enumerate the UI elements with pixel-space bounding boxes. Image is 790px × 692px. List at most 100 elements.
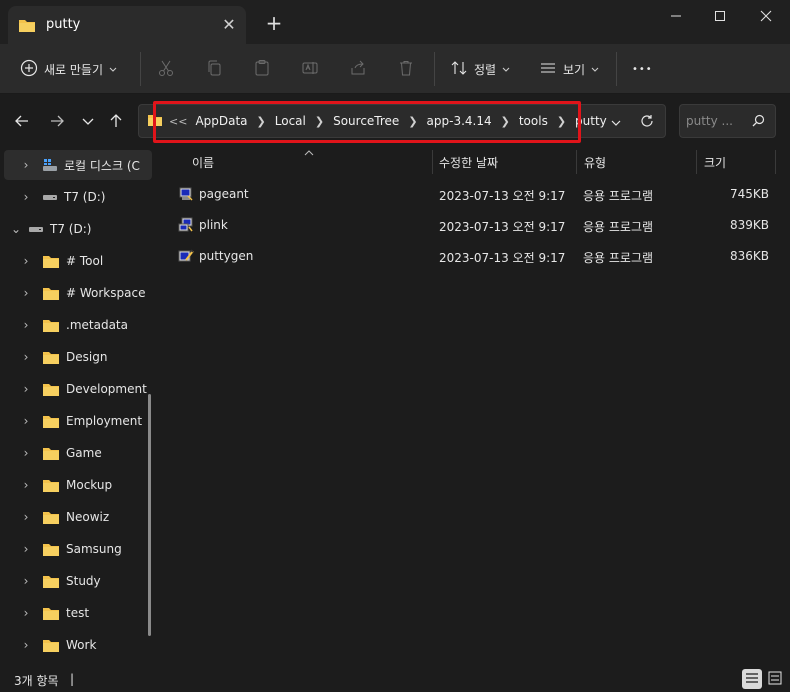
putty-exe-icon [178, 217, 194, 236]
file-row-puttygen[interactable]: puttygen 2023-07-13 오전 9:17 응용 프로그램 836K… [172, 241, 782, 271]
cut-button[interactable] [157, 53, 175, 85]
chevron-right-icon[interactable]: › [18, 414, 34, 428]
chevron-right-icon[interactable]: › [18, 478, 34, 492]
highlight-annotation [153, 101, 581, 143]
column-header-type[interactable]: 유형 [584, 150, 606, 174]
column-header-date[interactable]: 수정한 날짜 [439, 150, 498, 174]
file-type: 응용 프로그램 [583, 189, 654, 203]
nav-folder-test[interactable]: › test [0, 598, 152, 628]
refresh-button[interactable] [635, 110, 659, 134]
nav-folder-employment[interactable]: › Employment [0, 406, 152, 436]
search-box[interactable] [679, 104, 776, 138]
maximize-button[interactable] [698, 0, 742, 32]
arrow-right-icon [49, 113, 65, 132]
divider [616, 52, 617, 86]
nav-label: 로컬 디스크 (C [64, 158, 140, 173]
close-window-button[interactable] [744, 0, 788, 32]
copy-icon [205, 59, 223, 80]
details-view-button[interactable] [742, 669, 762, 689]
file-size: 839KB [729, 218, 769, 232]
chevron-right-icon[interactable]: › [18, 350, 34, 364]
view-button[interactable]: 보기 [539, 53, 599, 85]
copy-button[interactable] [205, 53, 223, 85]
column-divider[interactable] [775, 150, 776, 174]
nav-folder-study[interactable]: › Study [0, 566, 152, 596]
chevron-right-icon[interactable]: › [18, 574, 34, 588]
chevron-right-icon[interactable]: › [18, 254, 34, 268]
sort-ascending-icon [304, 148, 314, 159]
nav-label: T7 (D:) [50, 222, 92, 236]
file-type: 응용 프로그램 [583, 251, 654, 265]
chevron-right-icon[interactable]: › [18, 446, 34, 460]
folder-icon [42, 446, 60, 461]
nav-folder-development[interactable]: › Development [0, 374, 152, 404]
column-header-size[interactable]: 크기 [704, 150, 726, 174]
forward-button[interactable] [43, 108, 71, 136]
file-name: pageant [199, 187, 249, 201]
sort-button[interactable]: 정렬 [450, 53, 510, 85]
divider [140, 52, 141, 86]
chevron-right-icon[interactable]: › [18, 318, 34, 332]
folder-icon [42, 286, 60, 301]
nav-label: Work [66, 638, 97, 652]
new-tab-button[interactable]: + [262, 12, 286, 36]
chevron-right-icon[interactable]: › [18, 190, 34, 204]
more-options-button[interactable]: ••• [632, 53, 653, 85]
nav-folder-neowiz[interactable]: › Neowiz [0, 502, 152, 532]
folder-icon [42, 638, 60, 653]
nav-folder-tool[interactable]: › # Tool [0, 246, 152, 276]
nav-folder-samsung[interactable]: › Samsung [0, 534, 152, 564]
back-button[interactable] [8, 108, 36, 136]
nav-folder-mockup[interactable]: › Mockup [0, 470, 152, 500]
nav-folder-metadata[interactable]: › .metadata [0, 310, 152, 340]
rename-button[interactable] [301, 53, 319, 85]
chevron-right-icon[interactable]: › [18, 510, 34, 524]
file-row-plink[interactable]: plink 2023-07-13 오전 9:17 응용 프로그램 839KB [172, 210, 782, 240]
tab-close-icon[interactable]: ✕ [218, 14, 240, 36]
paste-button[interactable] [253, 53, 271, 85]
tab-putty[interactable]: putty ✕ [8, 6, 246, 44]
column-header-name[interactable]: 이름 [192, 150, 214, 174]
nav-folder-workspace[interactable]: › # Workspace [0, 278, 152, 308]
address-history-button[interactable] [605, 111, 627, 133]
recent-locations-button[interactable] [74, 108, 102, 136]
chevron-down-icon[interactable]: ⌄ [8, 222, 24, 236]
nav-folder-game[interactable]: › Game [0, 438, 152, 468]
view-list-icon [539, 59, 557, 80]
command-bar: 새로 만들기 정렬 보기 ••• [0, 44, 790, 94]
delete-button[interactable] [397, 53, 415, 85]
chevron-right-icon[interactable]: › [18, 542, 34, 556]
file-row-pageant[interactable]: pageant 2023-07-13 오전 9:17 응용 프로그램 745KB [172, 179, 782, 209]
share-button[interactable] [349, 53, 367, 85]
search-input[interactable] [686, 111, 750, 131]
nav-label: Neowiz [66, 510, 110, 524]
new-button[interactable]: 새로 만들기 [20, 53, 117, 85]
column-divider[interactable] [696, 150, 697, 174]
sidebar-scrollbar[interactable] [148, 394, 151, 636]
selection-separator: | [70, 672, 75, 686]
chevron-right-icon[interactable]: › [18, 286, 34, 300]
nav-folder-work[interactable]: › Work [0, 630, 152, 660]
column-divider[interactable] [432, 150, 433, 174]
chevron-right-icon[interactable]: › [18, 606, 34, 620]
nav-t7-drive-expanded[interactable]: ⌄ T7 (D:) [0, 214, 152, 244]
nav-local-disk-c[interactable]: › 로컬 디스크 (C [4, 150, 152, 180]
nav-folder-design[interactable]: › Design [0, 342, 152, 372]
search-icon[interactable] [752, 114, 765, 130]
putty-exe-icon [178, 186, 194, 205]
nav-t7-drive[interactable]: › T7 (D:) [0, 182, 152, 212]
file-name: puttygen [199, 249, 254, 263]
column-divider[interactable] [576, 150, 577, 174]
arrow-left-icon [14, 113, 30, 132]
minimize-button[interactable] [654, 0, 698, 32]
up-button[interactable] [102, 108, 130, 136]
folder-icon [42, 254, 60, 269]
sort-label: 정렬 [474, 62, 497, 77]
sort-icon [450, 59, 468, 80]
status-bar: 3개 항목 | [0, 667, 790, 692]
nav-label: test [66, 606, 90, 620]
chevron-right-icon[interactable]: › [18, 158, 34, 172]
chevron-right-icon[interactable]: › [18, 382, 34, 396]
chevron-right-icon[interactable]: › [18, 638, 34, 652]
tiles-view-button[interactable] [765, 669, 785, 689]
